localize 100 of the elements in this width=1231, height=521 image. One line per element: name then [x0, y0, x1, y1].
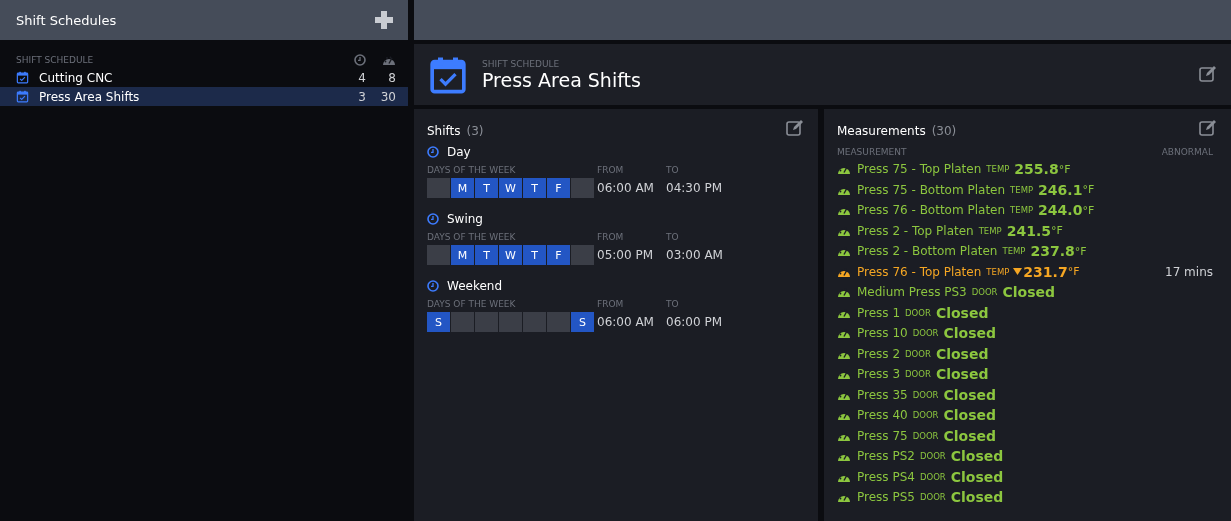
measurement-unit: °F [1051, 224, 1063, 238]
header-subtitle: SHIFT SCHEDULE [482, 58, 561, 69]
column-header: MEASUREMENT [837, 147, 907, 157]
day-toggle[interactable]: T [523, 245, 546, 265]
measurement-name: Press 3 [857, 367, 901, 382]
day-toggle[interactable]: M [451, 245, 474, 265]
day-toggle[interactable] [427, 178, 450, 198]
to-label: TO [666, 299, 680, 309]
days-label: DAYS OF THE WEEK [427, 299, 517, 309]
day-toggle[interactable]: T [475, 245, 498, 265]
edit-button[interactable] [786, 119, 806, 139]
measurement-unit: °F [1074, 244, 1087, 258]
measurement-name: Press 76 - Top Platen [857, 264, 982, 279]
panel-title: Measurements [837, 123, 926, 138]
schedule-list-item[interactable]: Cutting CNC 4 8 [0, 68, 408, 87]
measurement-value: Closed [950, 489, 1004, 506]
measurement-value: Closed [943, 427, 997, 444]
day-toggle[interactable]: F [547, 178, 570, 198]
add-button[interactable] [374, 10, 394, 30]
day-toggle[interactable]: S [571, 312, 594, 332]
edit-button[interactable] [1199, 64, 1219, 85]
sidebar-title: Shift Schedules [16, 12, 117, 28]
measurement-type: TEMP [986, 266, 1010, 277]
day-toggle[interactable]: T [523, 178, 546, 198]
measurement-name: Press 75 - Bottom Platen [857, 182, 1006, 197]
measurement-value: 237.8 [1030, 243, 1075, 260]
days-label: DAYS OF THE WEEK [427, 165, 517, 175]
clock-icon [427, 213, 439, 225]
edit-icon [1199, 119, 1217, 137]
measurement-count: 8 [388, 70, 396, 85]
column-header: SHIFT SCHEDULE [16, 55, 94, 65]
panel-title: Shifts [427, 123, 461, 138]
day-toggle[interactable] [523, 312, 546, 332]
shift-name: Swing [447, 212, 483, 226]
measurement-type: DOOR [912, 328, 939, 339]
column-header: ABNORMAL [1161, 147, 1214, 157]
measurement-name: Medium Press PS3 [857, 285, 967, 300]
shift-name: Day [447, 145, 471, 159]
to-label: TO [666, 232, 680, 242]
day-toggle[interactable] [499, 312, 522, 332]
measurement-name: Press 1 [857, 305, 901, 320]
day-toggle[interactable]: M [451, 178, 474, 198]
measurement-name: Press 2 - Top Platen [857, 223, 974, 238]
measurement-value: 231.7 [1023, 263, 1068, 280]
measurement-value: 244.0 [1038, 202, 1083, 219]
measurement-type: DOOR [919, 492, 946, 503]
measurement-type: TEMP [1002, 246, 1026, 257]
measurement-value: Closed [943, 325, 997, 342]
measurement-name: Press 35 [857, 387, 908, 402]
measurement-value: Closed [950, 468, 1004, 485]
measurement-name: Press 10 [857, 326, 908, 341]
measurement-type: TEMP [978, 225, 1002, 236]
measurement-type: DOOR [912, 430, 939, 441]
from-label: FROM [597, 165, 625, 175]
measurement-value: Closed [935, 345, 989, 362]
days-label: DAYS OF THE WEEK [427, 232, 517, 242]
shift-name: Weekend [447, 279, 503, 293]
shift-count: 4 [358, 70, 366, 85]
edit-button[interactable] [1199, 119, 1219, 139]
measurement-value: Closed [943, 407, 997, 424]
measurement-value: 255.8 [1014, 161, 1059, 178]
to-time: 06:00 PM [666, 315, 723, 329]
day-toggle[interactable] [475, 312, 498, 332]
measurement-unit: °F [1067, 265, 1080, 279]
measurement-value: Closed [943, 386, 997, 403]
day-toggle[interactable] [451, 312, 474, 332]
clock-icon [427, 280, 439, 292]
measurement-unit: °F [1082, 183, 1095, 197]
day-toggle[interactable] [571, 245, 594, 265]
day-toggle[interactable]: T [475, 178, 498, 198]
calendar-check-icon [16, 71, 29, 84]
measurement-type: DOOR [905, 348, 931, 359]
day-toggle[interactable]: W [499, 245, 522, 265]
schedule-list-item[interactable]: Press Area Shifts 3 30 [0, 87, 408, 106]
measurement-value: Closed [935, 304, 989, 321]
measurement-name: Press 40 [857, 408, 908, 423]
day-toggle[interactable]: F [547, 245, 570, 265]
measurement-count: 30 [380, 89, 396, 104]
measurement-value: 241.5 [1006, 222, 1051, 239]
measurement-type: DOOR [919, 471, 946, 482]
day-toggle[interactable]: W [499, 178, 522, 198]
measurement-type: TEMP [1010, 184, 1034, 195]
measurement-name: Press 2 - Bottom Platen [857, 244, 998, 259]
from-time: 06:00 AM [597, 181, 655, 195]
day-toggle[interactable] [427, 245, 450, 265]
shift-count: 3 [358, 89, 366, 104]
day-toggle[interactable] [571, 178, 594, 198]
day-toggle[interactable]: S [427, 312, 450, 332]
to-time: 03:00 AM [666, 248, 724, 262]
panel-count: (3) [466, 123, 484, 138]
schedule-name: Press Area Shifts [39, 89, 140, 104]
measurement-value: Closed [1002, 284, 1056, 301]
measurement-name: Press 2 [857, 346, 901, 361]
header-title: Press Area Shifts [482, 68, 641, 91]
measurement-name: Press PS2 [857, 449, 915, 464]
to-time: 04:30 PM [666, 181, 723, 195]
measurement-type: DOOR [905, 307, 931, 318]
measurement-name: Press PS5 [857, 490, 915, 505]
from-time: 06:00 AM [597, 315, 655, 329]
day-toggle[interactable] [547, 312, 570, 332]
